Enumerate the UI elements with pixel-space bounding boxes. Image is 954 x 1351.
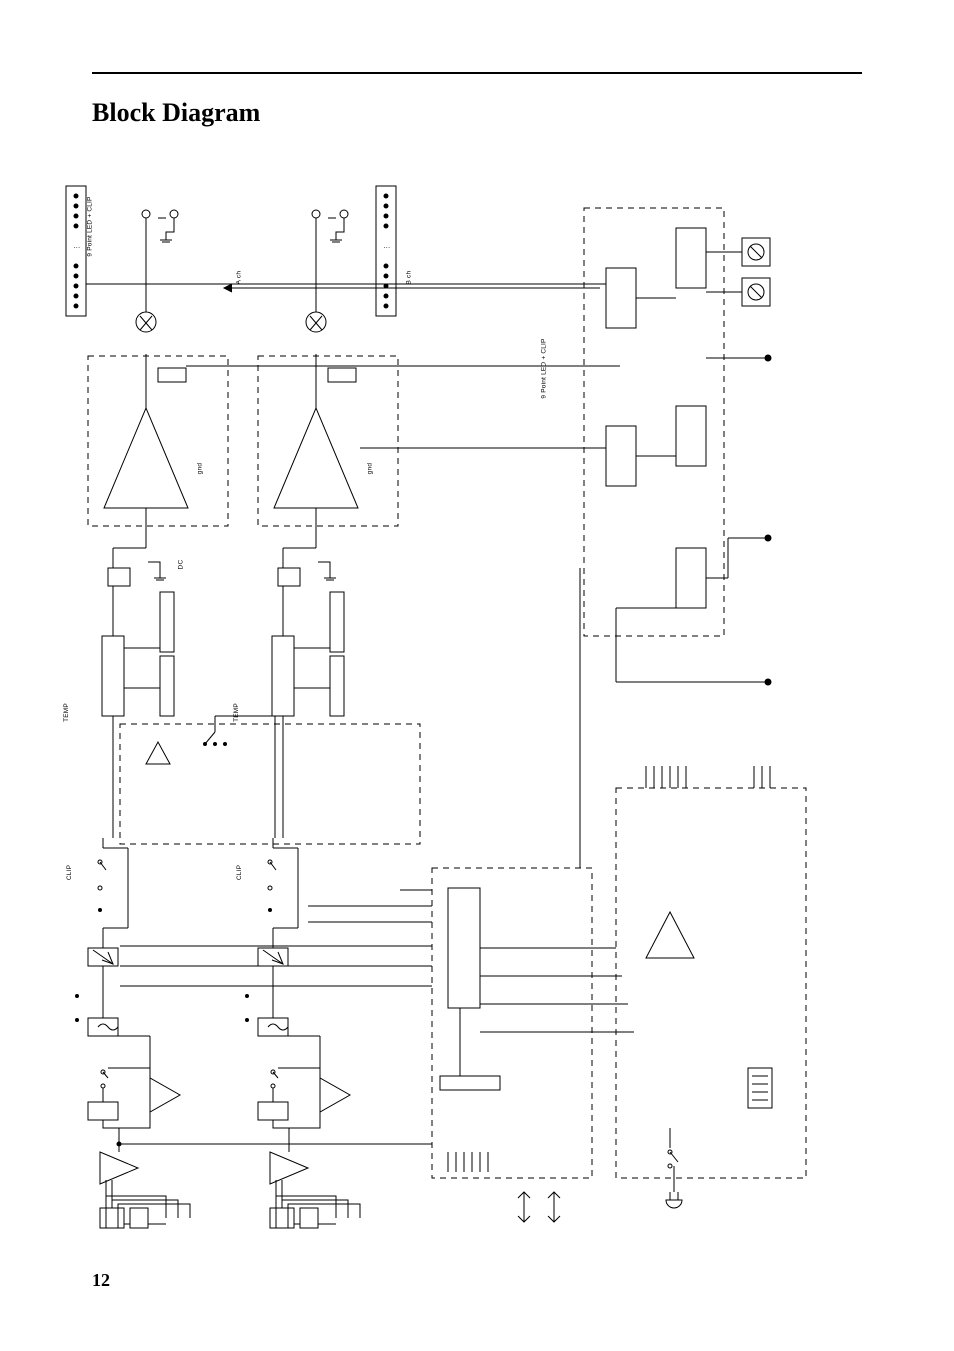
svg-text:CLIP: CLIP xyxy=(66,865,73,880)
svg-text:9 Point LED + CLIP: 9 Point LED + CLIP xyxy=(87,196,94,256)
page-number: 12 xyxy=(92,1270,110,1291)
svg-text:CLIP: CLIP xyxy=(236,865,243,880)
svg-text:gnd: gnd xyxy=(366,463,373,475)
svg-text:9 Point LED + CLIP: 9 Point LED + CLIP xyxy=(541,338,548,398)
svg-text:TEMP: TEMP xyxy=(63,703,70,722)
svg-text:B ch: B ch xyxy=(405,271,412,285)
svg-text:A ch: A ch xyxy=(235,271,242,285)
block-diagram: A ch IN ht cld gnd HA HPF ON OFF /40 PHA… xyxy=(60,148,820,1248)
svg-text:gnd: gnd xyxy=(196,463,203,475)
svg-text:DC: DC xyxy=(177,560,184,570)
page-rule xyxy=(92,72,862,74)
svg-text:…: … xyxy=(73,241,81,250)
svg-text:TEMP: TEMP xyxy=(233,703,240,722)
svg-text:…: … xyxy=(383,241,391,250)
page-title: Block Diagram xyxy=(92,98,260,128)
